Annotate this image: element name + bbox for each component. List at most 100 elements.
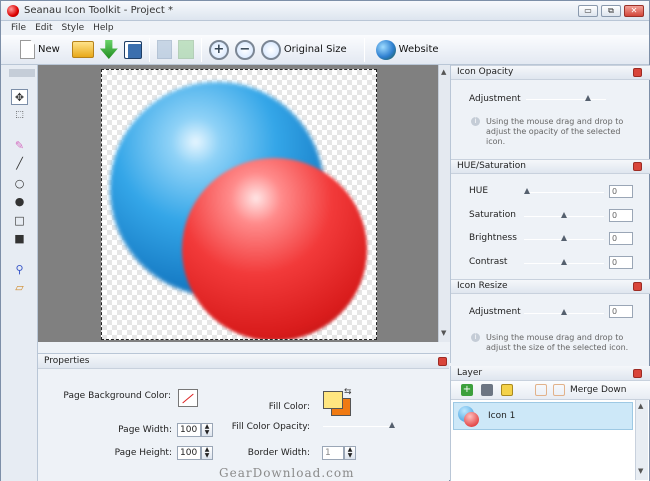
contrast-input[interactable]: 0	[609, 256, 633, 269]
paste-button[interactable]	[175, 37, 197, 63]
maximize-button[interactable]: ⧉	[601, 5, 621, 17]
pencil-tool-icon[interactable]: ✎	[11, 137, 28, 153]
paste-icon	[177, 40, 194, 59]
save-button[interactable]	[121, 37, 145, 63]
page-width-stepper[interactable]: ▲ ▼	[201, 423, 213, 437]
opacity-slider-thumb[interactable]	[585, 95, 591, 101]
fill-opacity-slider[interactable]	[323, 422, 395, 428]
hue-slider[interactable]	[524, 188, 604, 194]
merge-down-button[interactable]: Merge Down	[570, 385, 626, 395]
rectangle-tool-icon[interactable]: □	[11, 212, 28, 228]
scroll-down-icon[interactable]: ▼	[441, 329, 446, 337]
saturation-slider[interactable]	[524, 212, 604, 218]
zoom-out-button[interactable]: −	[232, 37, 258, 63]
close-section-icon[interactable]	[633, 68, 642, 77]
website-button[interactable]: Website	[373, 37, 442, 63]
page-height-input[interactable]: 100	[177, 446, 201, 460]
menu-help[interactable]: Help	[93, 21, 114, 35]
color-picker-tool-icon[interactable]: ⚲	[11, 261, 28, 277]
minimize-button[interactable]: ▭	[578, 5, 598, 17]
import-button[interactable]	[97, 37, 121, 63]
canvas-vertical-scrollbar[interactable]: ▲ ▼	[438, 65, 450, 342]
save-disk-icon	[123, 40, 142, 59]
copy-icon	[156, 40, 172, 59]
open-button[interactable]	[69, 37, 97, 63]
layer-scrollbar[interactable]: ▲ ▼	[635, 400, 648, 480]
scroll-up-icon[interactable]: ▲	[638, 402, 643, 410]
scroll-up-icon[interactable]: ▲	[441, 68, 446, 76]
close-button[interactable]: ✕	[624, 5, 644, 17]
app-logo-icon	[7, 4, 19, 17]
resize-slider-thumb[interactable]	[561, 309, 567, 315]
icon-canvas[interactable]	[101, 69, 377, 340]
menu-edit[interactable]: Edit	[35, 21, 52, 35]
ellipse-tool-icon[interactable]: ○	[11, 175, 28, 191]
new-label: New	[38, 44, 60, 55]
page-height-stepper[interactable]: ▲ ▼	[201, 446, 213, 460]
resize-slider[interactable]	[524, 309, 604, 315]
properties-panel: Properties Page Background Color: Page W…	[38, 353, 449, 481]
close-section-icon[interactable]	[633, 162, 642, 171]
new-button[interactable]: New	[17, 37, 63, 63]
opacity-slider[interactable]	[526, 95, 606, 101]
menu-style[interactable]: Style	[62, 21, 85, 35]
copy-button[interactable]	[154, 37, 175, 63]
hue-input[interactable]: 0	[609, 185, 633, 198]
zoom-in-icon: +	[208, 39, 229, 60]
page-width-input[interactable]: 100	[177, 423, 201, 437]
add-layer-icon[interactable]: +	[461, 384, 473, 396]
brightness-slider-thumb[interactable]	[561, 235, 567, 241]
zoom-in-button[interactable]: +	[206, 37, 232, 63]
brightness-slider[interactable]	[524, 235, 604, 241]
saturation-slider-thumb[interactable]	[561, 212, 567, 218]
opacity-hint: Using the mouse drag and drop to adjust …	[486, 117, 624, 146]
close-section-icon[interactable]	[633, 282, 642, 291]
layer-item[interactable]: Icon 1	[453, 402, 633, 430]
saturation-input[interactable]: 0	[609, 209, 633, 222]
fill-primary-swatch[interactable]	[323, 391, 343, 409]
tool-palette: ✥ ⬚ ✎ ╱ ○ ● □ ■ ⚲ ▱	[1, 65, 38, 481]
select-rect-tool-icon[interactable]: ⬚	[11, 107, 28, 123]
filled-ellipse-tool-icon[interactable]: ●	[11, 193, 28, 209]
original-size-label: Original Size	[283, 44, 347, 55]
menu-bar: File Edit Style Help	[1, 21, 649, 35]
move-tool-icon[interactable]: ✥	[11, 89, 28, 105]
delete-layer-icon[interactable]	[481, 384, 493, 396]
eraser-tool-icon[interactable]: ▱	[11, 279, 28, 295]
line-tool-icon[interactable]: ╱	[11, 155, 28, 171]
window-controls: ▭ ⧉ ✕	[578, 5, 644, 17]
fill-color-label: Fill Color:	[268, 402, 310, 412]
tool-palette-grip	[9, 69, 35, 77]
menu-file[interactable]: File	[11, 21, 26, 35]
page-width-label: Page Width:	[118, 425, 172, 435]
swap-colors-icon[interactable]: ⇆	[344, 387, 352, 397]
border-width-stepper[interactable]: ▲ ▼	[344, 446, 356, 460]
layer-toolbar: + Merge Down	[451, 381, 650, 400]
border-width-input[interactable]: 1	[322, 446, 344, 460]
open-folder-icon	[71, 41, 94, 58]
icon-opacity-header: Icon Opacity	[451, 65, 650, 80]
layer-visibility-icon[interactable]	[501, 384, 513, 396]
close-section-icon[interactable]	[438, 357, 447, 366]
contrast-slider[interactable]	[524, 259, 604, 265]
hue-slider-thumb[interactable]	[524, 188, 530, 194]
new-file-icon	[20, 40, 35, 59]
toolbar-separator	[148, 37, 150, 62]
resize-input[interactable]: 0	[609, 305, 633, 318]
original-size-button[interactable]: Original Size	[258, 37, 350, 63]
zoom-out-icon: −	[234, 39, 255, 60]
layer-title: Layer	[457, 368, 483, 378]
brightness-input[interactable]: 0	[609, 232, 633, 245]
page-bg-color-swatch[interactable]	[178, 389, 198, 407]
layer-copy-icon[interactable]	[535, 384, 547, 396]
close-section-icon[interactable]	[633, 369, 642, 378]
properties-header: Properties	[38, 354, 449, 369]
page-bg-color-label: Page Background Color:	[63, 391, 171, 401]
fill-opacity-thumb[interactable]	[389, 422, 395, 428]
contrast-slider-thumb[interactable]	[561, 259, 567, 265]
filled-rectangle-tool-icon[interactable]: ■	[11, 230, 28, 246]
layer-name: Icon 1	[488, 411, 516, 421]
scroll-down-icon[interactable]: ▼	[638, 467, 643, 475]
merge-down-icon[interactable]	[553, 384, 565, 396]
website-label: Website	[398, 44, 439, 55]
